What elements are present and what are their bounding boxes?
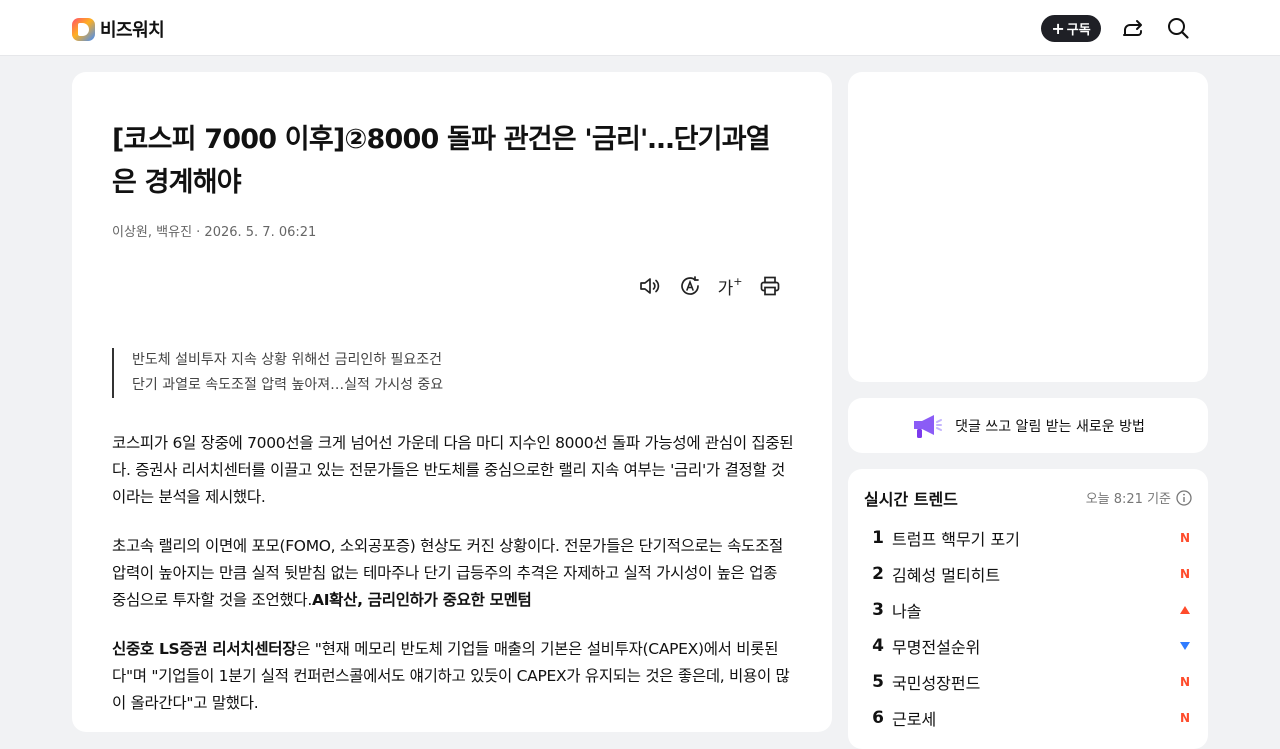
comment-notice-banner[interactable]: 댓글 쓰고 알림 받는 새로운 방법: [848, 398, 1208, 453]
plus-icon: +: [733, 274, 743, 288]
translate-icon[interactable]: [678, 274, 702, 298]
trend-item[interactable]: 5 국민성장펀드 N: [864, 664, 1192, 700]
section-subheading: AI확산, 금리인하가 중요한 모멘텀: [312, 591, 532, 609]
new-badge-icon: N: [1179, 531, 1191, 545]
ad-placeholder: [848, 72, 1208, 382]
new-badge-icon: N: [1179, 711, 1191, 725]
trend-keyword: 트럼프 핵무기 포기: [892, 530, 1020, 549]
logo-text: 비즈워치: [100, 20, 165, 41]
trend-time-text: 오늘 8:21 기준: [1085, 492, 1171, 507]
site-header: 비즈워치 + 구독: [0, 0, 1280, 56]
trend-rank: 1: [872, 528, 884, 548]
trend-rank: 4: [872, 636, 884, 656]
body-paragraph: 초고속 랠리의 이면에 포모(FOMO, 소외공포증) 현상도 커진 상황이다.…: [112, 533, 794, 614]
print-icon[interactable]: [758, 274, 782, 298]
paragraph-text: 코스피가 6일 장중에 7000선을 크게 넘어선 가운데 다음 마디 지수인 …: [112, 434, 794, 506]
megaphone-icon: [914, 414, 943, 438]
logo-mark-icon: [72, 17, 95, 41]
font-size-icon[interactable]: 가 +: [717, 274, 743, 299]
summary-line: 단기 과열로 속도조절 압력 높아져…실적 가시성 중요: [132, 377, 444, 393]
rank-up-icon: [1178, 605, 1192, 615]
summary-line: 반도체 설비투자 지속 상황 위해선 금리인하 필요조건: [132, 352, 443, 368]
search-icon[interactable]: [1166, 16, 1190, 40]
trend-list: 1 트럼프 핵무기 포기 N 2 김혜성 멀티히트 N 3 나솔 4 무명전설순위 5 국민성…: [864, 520, 1192, 736]
new-badge-icon: N: [1179, 675, 1191, 689]
body-paragraph: 코스피가 6일 장중에 7000선을 크게 넘어선 가운데 다음 마디 지수인 …: [112, 430, 794, 511]
article-card: [코스피 7000 이후]②8000 돌파 관건은 '금리'…단기과열은 경계해…: [72, 72, 832, 732]
trend-keyword: 국민성장펀드: [892, 674, 981, 693]
quoted-person: 신중호 LS증권 리서치센터장: [112, 640, 297, 658]
rank-down-icon: [1178, 641, 1192, 651]
trend-keyword: 무명전설순위: [892, 638, 981, 657]
trend-rank: 3: [872, 600, 884, 620]
plus-icon: +: [1051, 18, 1065, 38]
article-toolbar: 가 +: [638, 274, 782, 299]
trend-keyword: 근로세: [892, 710, 937, 729]
body-paragraph: 신중호 LS증권 리서치센터장은 "현재 메모리 반도체 기업들 매출의 기본은…: [112, 636, 794, 717]
speaker-icon[interactable]: [638, 274, 662, 298]
font-size-glyph: 가: [717, 278, 734, 299]
site-logo[interactable]: 비즈워치: [72, 16, 165, 42]
subscribe-label: 구독: [1066, 23, 1091, 38]
article-byline: 이상원, 백유진 · 2026. 5. 7. 06:21: [112, 225, 317, 240]
trend-rank: 2: [872, 564, 884, 584]
trend-rank: 6: [872, 708, 884, 728]
trend-item[interactable]: 1 트럼프 핵무기 포기 N: [864, 520, 1192, 556]
article-summary: 반도체 설비투자 지속 상황 위해선 금리인하 필요조건 단기 과열로 속도조절…: [112, 348, 443, 398]
info-icon[interactable]: [1176, 489, 1192, 506]
trend-item[interactable]: 4 무명전설순위: [864, 628, 1192, 664]
new-badge-icon: N: [1179, 567, 1191, 581]
realtime-trend-panel: 실시간 트렌드 오늘 8:21 기준 1 트럼프 핵무기 포기 N 2 김혜성 멀티히…: [848, 469, 1208, 749]
trend-item[interactable]: 2 김혜성 멀티히트 N: [864, 556, 1192, 592]
trend-item[interactable]: 3 나솔: [864, 592, 1192, 628]
trend-title: 실시간 트렌드: [864, 490, 958, 509]
article-body: 코스피가 6일 장중에 7000선을 크게 넘어선 가운데 다음 마디 지수인 …: [112, 430, 794, 739]
trend-timestamp: 오늘 8:21 기준: [1086, 488, 1192, 507]
subscribe-button[interactable]: + 구독: [1041, 15, 1101, 42]
trend-keyword: 김혜성 멀티히트: [892, 566, 1001, 585]
notice-text: 댓글 쓰고 알림 받는 새로운 방법: [955, 418, 1145, 435]
article-title: [코스피 7000 이후]②8000 돌파 관건은 '금리'…단기과열은 경계해…: [112, 124, 771, 198]
trend-rank: 5: [872, 672, 884, 692]
trend-keyword: 나솔: [892, 602, 922, 621]
share-icon[interactable]: [1121, 16, 1145, 40]
trend-item[interactable]: 6 근로세 N: [864, 700, 1192, 736]
